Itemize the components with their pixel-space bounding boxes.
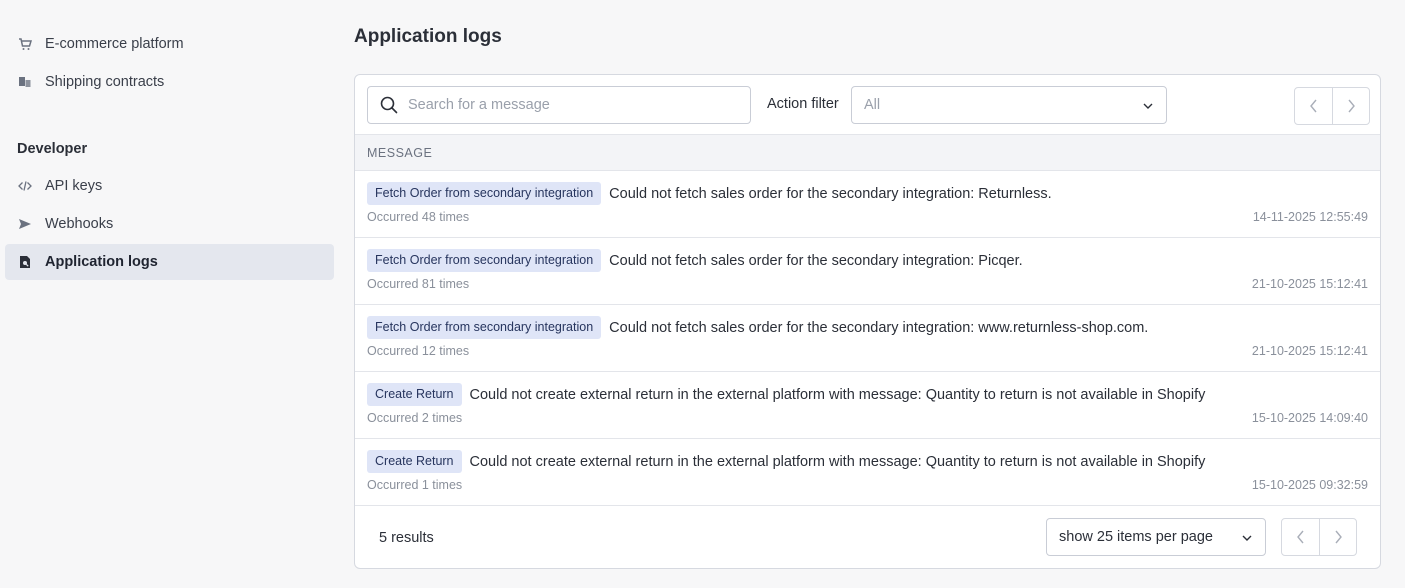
- log-timestamp: 15-10-2025 09:32:59: [1251, 478, 1368, 492]
- results-count: 5 results: [379, 530, 434, 546]
- log-timestamp: 14-11-2025 12:55:49: [1252, 210, 1368, 224]
- table-footer: 5 results show 25 items per page: [355, 506, 1380, 568]
- log-message: Could not fetch sales order for the seco…: [609, 185, 1052, 202]
- search-icon: [380, 96, 398, 114]
- sidebar-item-api-keys[interactable]: API keys: [5, 168, 334, 204]
- occurrence-count: Occurred 2 times: [367, 411, 463, 425]
- sidebar-item-label: Application logs: [45, 254, 158, 270]
- bottom-pagination: [1281, 518, 1357, 556]
- chevron-down-icon: [1241, 532, 1253, 548]
- table-row[interactable]: Fetch Order from secondary integration C…: [355, 171, 1380, 238]
- top-pagination: [1294, 87, 1370, 125]
- log-message: Could not create external return in the …: [469, 386, 1206, 403]
- chevron-right-icon: [1346, 99, 1356, 113]
- action-badge: Create Return: [367, 383, 462, 406]
- log-timestamp: 21-10-2025 15:12:41: [1251, 277, 1368, 291]
- code-icon: [18, 179, 32, 193]
- cart-icon: [18, 37, 32, 51]
- page-title: Application logs: [354, 26, 502, 47]
- log-message: Could not create external return in the …: [469, 453, 1206, 470]
- table-row[interactable]: Create Return Could not create external …: [355, 372, 1380, 439]
- chevron-left-icon: [1309, 99, 1319, 113]
- items-per-page-select[interactable]: show 25 items per page: [1046, 518, 1266, 556]
- chevron-left-icon: [1296, 530, 1306, 544]
- sidebar-item-label: API keys: [45, 178, 103, 194]
- chevron-down-icon: [1142, 100, 1154, 116]
- occurrence-count: Occurred 12 times: [367, 344, 470, 358]
- table-row[interactable]: Create Return Could not create external …: [355, 439, 1380, 506]
- log-message: Could not fetch sales order for the seco…: [609, 319, 1149, 336]
- sidebar-item-ecommerce-platform[interactable]: E-commerce platform: [5, 26, 334, 62]
- items-per-page-value: show 25 items per page: [1059, 529, 1213, 545]
- action-badge: Create Return: [367, 450, 462, 473]
- action-filter-label: Action filter: [767, 96, 839, 112]
- table-row[interactable]: Fetch Order from secondary integration C…: [355, 305, 1380, 372]
- sidebar: E-commerce platform Shipping contracts D…: [0, 0, 340, 588]
- log-timestamp: 21-10-2025 15:12:41: [1251, 344, 1368, 358]
- occurrence-count: Occurred 1 times: [367, 478, 463, 492]
- search-input[interactable]: [408, 97, 728, 113]
- action-filter-select[interactable]: All: [851, 86, 1167, 124]
- occurrence-count: Occurred 48 times: [367, 210, 470, 224]
- sidebar-item-label: Shipping contracts: [45, 74, 165, 90]
- log-message: Could not fetch sales order for the seco…: [609, 252, 1023, 269]
- action-badge: Fetch Order from secondary integration: [367, 316, 602, 339]
- send-icon: [18, 217, 32, 231]
- previous-page-button[interactable]: [1295, 88, 1332, 124]
- column-header-message: MESSAGE: [367, 145, 433, 160]
- sidebar-item-shipping-contracts[interactable]: Shipping contracts: [5, 64, 334, 100]
- sidebar-item-label: Webhooks: [45, 216, 114, 232]
- sidebar-item-webhooks[interactable]: Webhooks: [5, 206, 334, 242]
- previous-page-button[interactable]: [1282, 519, 1319, 555]
- search-box[interactable]: [367, 86, 751, 124]
- chevron-right-icon: [1333, 530, 1343, 544]
- logs-card: Action filter All MESSAGE Fetch Order fr…: [354, 74, 1381, 569]
- occurrence-count: Occurred 81 times: [367, 277, 470, 291]
- action-filter-value: All: [864, 97, 881, 113]
- next-page-button[interactable]: [1332, 88, 1369, 124]
- next-page-button[interactable]: [1319, 519, 1356, 555]
- action-badge: Fetch Order from secondary integration: [367, 249, 602, 272]
- table-header: MESSAGE: [355, 134, 1380, 171]
- table-row[interactable]: Fetch Order from secondary integration C…: [355, 238, 1380, 305]
- sidebar-item-application-logs[interactable]: Application logs: [5, 244, 334, 280]
- sidebar-item-label: E-commerce platform: [45, 36, 184, 52]
- log-search-icon: [18, 255, 32, 269]
- developer-section-heading: Developer: [17, 141, 88, 157]
- log-timestamp: 15-10-2025 14:09:40: [1251, 411, 1368, 425]
- action-badge: Fetch Order from secondary integration: [367, 182, 602, 205]
- contract-icon: [18, 75, 32, 89]
